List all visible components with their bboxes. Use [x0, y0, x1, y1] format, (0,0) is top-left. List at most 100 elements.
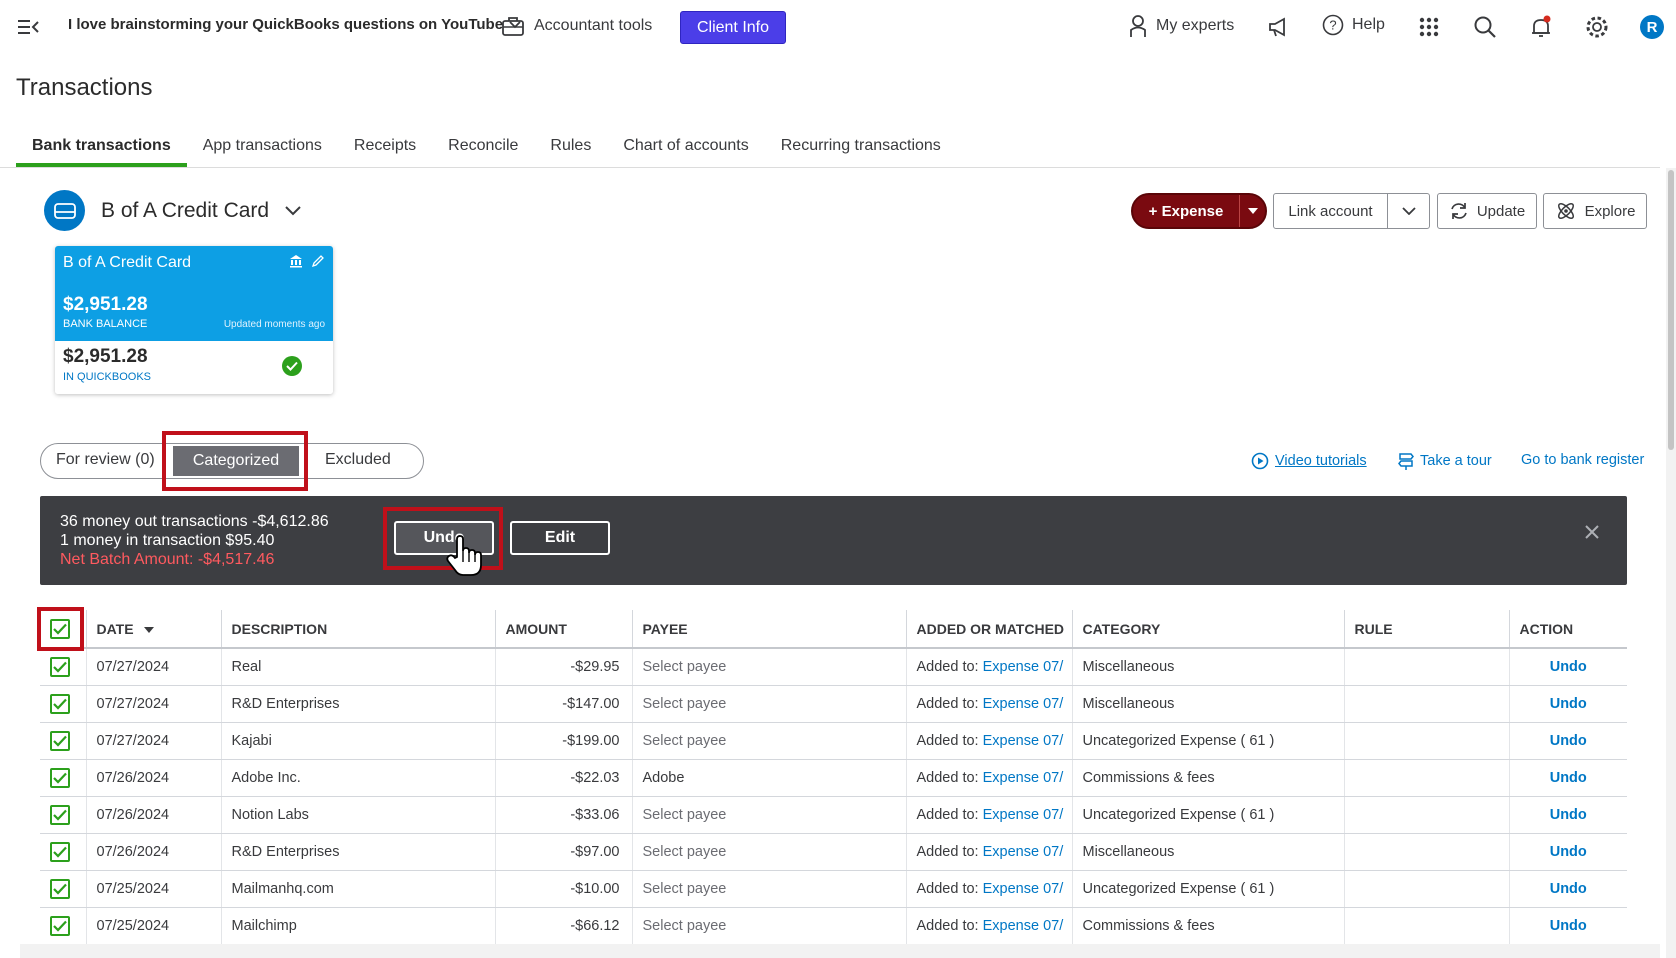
gear-icon[interactable] [1584, 14, 1610, 40]
horizontal-scrollbar[interactable] [20, 944, 1660, 958]
megaphone-icon[interactable] [1266, 14, 1292, 40]
row-date: 07/27/2024 [86, 722, 222, 760]
row-amount: -$10.00 [495, 870, 633, 908]
table-row[interactable]: 07/26/2024 Notion Labs -$33.06 Select payee… [40, 796, 1627, 834]
notification-bell-icon[interactable] [1528, 14, 1554, 40]
table-row[interactable]: 07/27/2024 R&D Enterprises -$147.00 Select … [40, 685, 1627, 723]
row-checkbox[interactable] [50, 878, 70, 899]
expense-link[interactable]: Expense 07/ [983, 733, 1064, 749]
categorized-option[interactable]: Categorized [173, 446, 299, 476]
rule-column-header[interactable]: RULE [1344, 610, 1510, 649]
play-circle-icon [1251, 452, 1269, 470]
row-undo-link[interactable]: Undo [1550, 659, 1587, 675]
row-category[interactable]: Uncategorized Expense ( 61 ) [1072, 722, 1345, 760]
company-selector[interactable]: I love brainstorming your QuickBooks que… [68, 16, 521, 33]
row-category[interactable]: Uncategorized Expense ( 61 ) [1072, 870, 1345, 908]
vertical-scrollbar[interactable] [1666, 168, 1676, 958]
date-column-header[interactable]: DATE [86, 610, 222, 649]
expense-link[interactable]: Expense 07/ [983, 659, 1064, 675]
row-category[interactable]: Uncategorized Expense ( 61 ) [1072, 796, 1345, 834]
description-column-header[interactable]: DESCRIPTION [221, 610, 496, 649]
row-category[interactable]: Miscellaneous [1072, 833, 1345, 871]
row-payee[interactable]: Select payee [632, 833, 907, 871]
video-tutorials-link[interactable]: Video tutorials [1251, 452, 1367, 470]
row-checkbox[interactable] [50, 693, 70, 714]
row-undo-link[interactable]: Undo [1550, 696, 1587, 712]
row-rule [1344, 907, 1510, 945]
add-expense-button[interactable]: + Expense [1133, 195, 1239, 227]
row-undo-link[interactable]: Undo [1550, 881, 1587, 897]
table-row[interactable]: 07/26/2024 Adobe Inc. -$22.03 Adobe Added to… [40, 759, 1627, 797]
go-to-bank-register-link[interactable]: Go to bank register [1521, 452, 1644, 468]
row-category[interactable]: Commissions & fees [1072, 759, 1345, 797]
row-payee[interactable]: Adobe [632, 759, 907, 797]
row-checkbox[interactable] [50, 730, 70, 751]
menu-collapse-icon[interactable] [18, 17, 40, 37]
table-row[interactable]: 07/25/2024 Mailchimp -$66.12 Select payee Ad… [40, 907, 1627, 945]
expense-link[interactable]: Expense 07/ [983, 844, 1064, 860]
row-category[interactable]: Commissions & fees [1072, 907, 1345, 945]
row-undo-link[interactable]: Undo [1550, 807, 1587, 823]
for-review-option[interactable]: For review (0) [56, 451, 155, 469]
apps-grid-icon[interactable] [1416, 14, 1442, 40]
payee-column-header[interactable]: PAYEE [632, 610, 907, 649]
row-payee[interactable]: Select payee [632, 648, 907, 686]
client-info-button[interactable]: Client Info [680, 11, 786, 44]
help-button[interactable]: ? Help [1322, 14, 1385, 36]
expense-link[interactable]: Expense 07/ [983, 770, 1064, 786]
accountant-tools-button[interactable]: Accountant tools [502, 16, 652, 36]
row-undo-link[interactable]: Undo [1550, 918, 1587, 934]
row-action-cell: Undo [1509, 907, 1627, 945]
link-account-button[interactable]: Link account [1273, 193, 1388, 229]
update-button[interactable]: Update [1437, 193, 1537, 229]
row-payee[interactable]: Select payee [632, 722, 907, 760]
row-payee[interactable]: Select payee [632, 685, 907, 723]
explore-button[interactable]: Explore [1543, 193, 1647, 229]
tab-recurring-transactions[interactable]: Recurring transactions [765, 133, 957, 167]
table-row[interactable]: 07/27/2024 Real -$29.95 Select payee Added t… [40, 648, 1627, 686]
table-row[interactable]: 07/25/2024 Mailmanhq.com -$10.00 Select pay… [40, 870, 1627, 908]
amount-column-header[interactable]: AMOUNT [495, 610, 633, 649]
expense-link[interactable]: Expense 07/ [983, 918, 1064, 934]
table-row[interactable]: 07/26/2024 R&D Enterprises -$97.00 Select p… [40, 833, 1627, 871]
row-checkbox[interactable] [50, 915, 70, 936]
expense-dropdown-button[interactable] [1239, 195, 1265, 227]
tab-receipts[interactable]: Receipts [338, 133, 432, 167]
search-icon[interactable] [1472, 14, 1498, 40]
excluded-option[interactable]: Excluded [325, 451, 391, 469]
row-undo-link[interactable]: Undo [1550, 733, 1587, 749]
account-selector[interactable]: B of A Credit Card [44, 190, 301, 231]
category-column-header[interactable]: CATEGORY [1072, 610, 1345, 649]
tab-reconcile[interactable]: Reconcile [432, 133, 534, 167]
expense-link[interactable]: Expense 07/ [983, 881, 1064, 897]
edit-pencil-icon[interactable] [311, 254, 325, 268]
bank-icon[interactable] [289, 254, 303, 268]
row-checkbox[interactable] [50, 804, 70, 825]
table-row[interactable]: 07/27/2024 Kajabi -$199.00 Select payee Adde… [40, 722, 1627, 760]
row-checkbox[interactable] [50, 656, 70, 677]
row-payee[interactable]: Select payee [632, 870, 907, 908]
expense-link[interactable]: Expense 07/ [983, 696, 1064, 712]
row-category[interactable]: Miscellaneous [1072, 685, 1345, 723]
row-checkbox[interactable] [50, 767, 70, 788]
tab-app-transactions[interactable]: App transactions [187, 133, 338, 167]
added-or-matched-column-header[interactable]: ADDED OR MATCHED [906, 610, 1073, 649]
batch-edit-button[interactable]: Edit [510, 521, 610, 555]
row-checkbox[interactable] [50, 841, 70, 862]
row-category[interactable]: Miscellaneous [1072, 648, 1345, 686]
scrollbar-thumb[interactable] [1668, 170, 1674, 450]
my-experts-button[interactable]: My experts [1128, 14, 1234, 38]
tab-bank-transactions[interactable]: Bank transactions [16, 133, 187, 167]
row-undo-link[interactable]: Undo [1550, 770, 1587, 786]
tab-rules[interactable]: Rules [534, 133, 607, 167]
take-a-tour-link[interactable]: Take a tour [1398, 452, 1492, 470]
avatar[interactable]: R [1640, 15, 1664, 39]
row-undo-link[interactable]: Undo [1550, 844, 1587, 860]
tab-chart-of-accounts[interactable]: Chart of accounts [607, 133, 764, 167]
expense-link[interactable]: Expense 07/ [983, 807, 1064, 823]
select-all-checkbox[interactable] [50, 618, 70, 639]
row-payee[interactable]: Select payee [632, 796, 907, 834]
row-payee[interactable]: Select payee [632, 907, 907, 945]
close-icon[interactable] [1582, 522, 1602, 542]
link-account-dropdown-button[interactable] [1387, 193, 1430, 229]
